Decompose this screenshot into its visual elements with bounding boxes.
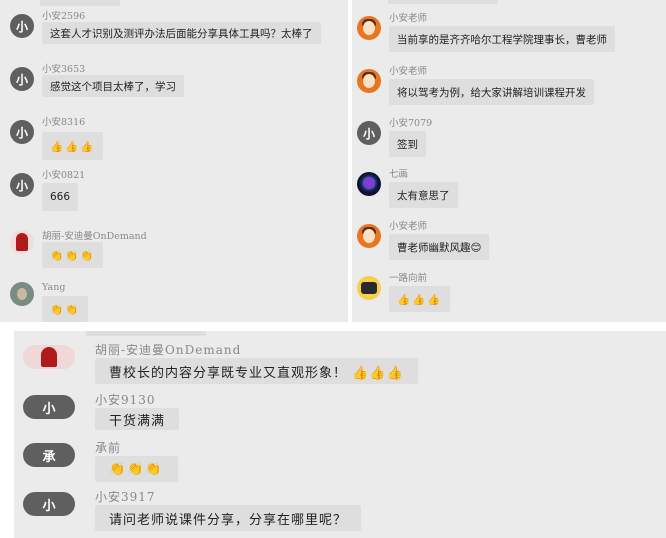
- avatar[interactable]: [357, 276, 381, 300]
- thumbs-up-icon: 👍👍👍: [397, 293, 443, 306]
- avatar[interactable]: [10, 282, 34, 306]
- avatar[interactable]: 小: [23, 492, 75, 516]
- chat-panel-bottom: 胡丽-安迪曼OnDemand 曹校长的内容分享既专业又直观形象！ 👍👍👍 小 小…: [14, 331, 666, 538]
- message-bubble: 签到: [389, 131, 426, 157]
- message-bubble: 曹老师幽默风趣😊: [389, 234, 490, 260]
- chat-panel-right: 小安老师 当前享的是齐齐哈尔工程学院理事长，曹老师 小安老师 将以驾考为例，给大…: [352, 0, 666, 322]
- message-bubble: 将以驾考为例，给大家讲解培训课程开发: [389, 79, 594, 105]
- message-bubble: 👏👏👏: [42, 242, 104, 268]
- clapping-hands-icon: 👏👏: [50, 303, 81, 316]
- sender-name: 小安0821: [42, 170, 86, 181]
- message-bubble: 感觉这个项目太棒了，学习: [42, 75, 184, 97]
- avatar[interactable]: 承: [23, 443, 75, 467]
- message-bubble: 曹校长的内容分享既专业又直观形象！ 👍👍👍: [95, 358, 418, 384]
- avatar[interactable]: 小: [23, 395, 75, 419]
- message-bubble: 这套人才识别及测评办法后面能分享具体工具吗？太棒了: [42, 22, 321, 44]
- sender-name: 小安8316: [42, 117, 86, 128]
- sender-name: 小安3653: [42, 64, 86, 75]
- avatar[interactable]: 小: [10, 67, 34, 91]
- sender-name: 七画: [389, 169, 409, 180]
- avatar[interactable]: [357, 16, 381, 40]
- avatar[interactable]: 小: [10, 173, 34, 197]
- clapping-hands-icon: 👏👏👏: [50, 249, 96, 262]
- avatar[interactable]: 小: [10, 120, 34, 144]
- message-bubble: 👍👍👍: [42, 132, 104, 160]
- sender-name: 小安7079: [389, 118, 433, 129]
- message-bubble: 太有意思了: [389, 182, 458, 208]
- message-bubble: 👍👍👍: [389, 286, 451, 312]
- message-bubble: 666: [42, 183, 79, 211]
- avatar[interactable]: [357, 172, 381, 196]
- avatar[interactable]: [10, 230, 34, 254]
- sender-name: 小安老师: [389, 221, 428, 232]
- avatar[interactable]: [357, 69, 381, 93]
- sender-name: 胡丽-安迪曼OnDemand: [42, 231, 147, 242]
- avatar[interactable]: [23, 345, 75, 369]
- sender-name: 承前: [95, 441, 122, 455]
- partial-message-bubble: [388, 0, 498, 4]
- partial-message-bubble: [40, 0, 120, 6]
- clapping-hands-icon: 👏👏👏: [109, 461, 164, 477]
- sender-name: 胡丽-安迪曼OnDemand: [95, 343, 242, 357]
- message-bubble: 当前享的是齐齐哈尔工程学院理事长，曹老师: [389, 26, 615, 52]
- message-bubble: 干货满满: [95, 408, 180, 430]
- avatar[interactable]: [357, 224, 381, 248]
- sender-name: 小安2596: [42, 11, 86, 22]
- avatar[interactable]: 小: [357, 121, 381, 145]
- partial-message-bubble: [86, 331, 206, 336]
- thumbs-up-icon: 👍👍👍: [50, 140, 96, 153]
- sender-name: 小安老师: [389, 66, 428, 77]
- sender-name: Yang: [42, 282, 66, 293]
- message-bubble: 👏👏: [42, 296, 89, 322]
- sender-name: 小安3917: [95, 490, 156, 504]
- message-bubble: 👏👏👏: [95, 456, 178, 482]
- message-bubble: 请问老师说课件分享，分享在哪里呢？: [95, 505, 362, 531]
- sender-name: 小安老师: [389, 13, 428, 24]
- chat-panel-left: 小 小安2596 这套人才识别及测评办法后面能分享具体工具吗？太棒了 小 小安3…: [0, 0, 348, 322]
- avatar[interactable]: 小: [10, 14, 34, 38]
- sender-name: 小安9130: [95, 393, 156, 407]
- sender-name: 一路向前: [389, 273, 428, 284]
